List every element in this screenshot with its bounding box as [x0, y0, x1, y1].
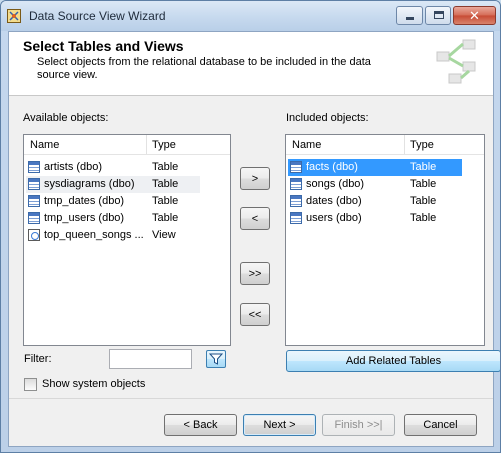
minimize-icon: [406, 17, 414, 20]
table-icon: [290, 178, 302, 190]
list-item[interactable]: sysdiagrams (dbo) Table: [26, 176, 200, 193]
title-bar[interactable]: Data Source View Wizard ✕: [1, 1, 500, 31]
footer-divider: [9, 398, 493, 399]
included-objects-list[interactable]: Name Type facts (dbo) Table songs (dbo) …: [285, 134, 485, 346]
included-col-type[interactable]: Type: [410, 139, 434, 151]
included-objects-label: Included objects:: [286, 112, 369, 124]
available-objects-list[interactable]: Name Type artists (dbo) Table sysdiagram…: [23, 134, 231, 346]
add-related-tables-button[interactable]: Add Related Tables: [286, 350, 500, 372]
list-item[interactable]: tmp_users (dbo) Table: [26, 210, 196, 227]
add-all-button[interactable]: >>: [240, 262, 270, 285]
view-icon: [28, 229, 40, 241]
available-col-name[interactable]: Name: [30, 139, 59, 151]
table-icon: [290, 212, 302, 224]
list-item[interactable]: top_queen_songs ... View: [26, 227, 196, 244]
wizard-graphic-icon: [436, 39, 476, 84]
list-item[interactable]: dates (dbo) Table: [288, 193, 458, 210]
funnel-icon: [209, 353, 223, 365]
list-item[interactable]: artists (dbo) Table: [26, 159, 196, 176]
finish-button[interactable]: Finish >>|: [322, 414, 395, 436]
add-selected-button[interactable]: >: [240, 167, 270, 190]
filter-button[interactable]: [206, 350, 226, 368]
list-item[interactable]: songs (dbo) Table: [288, 176, 458, 193]
table-icon: [28, 178, 40, 190]
wizard-header: Select Tables and Views Select objects f…: [9, 32, 493, 96]
list-item[interactable]: users (dbo) Table: [288, 210, 458, 227]
back-button[interactable]: < Back: [164, 414, 237, 436]
available-list-header: Name Type: [24, 135, 230, 155]
table-icon: [290, 161, 302, 173]
available-col-type[interactable]: Type: [152, 139, 176, 151]
filter-label: Filter:: [24, 353, 52, 365]
available-objects-label: Available objects:: [23, 112, 109, 124]
page-title: Select Tables and Views: [23, 38, 184, 54]
window-title: Data Source View Wizard: [29, 9, 166, 23]
remove-all-button[interactable]: <<: [240, 303, 270, 326]
close-button[interactable]: ✕: [453, 6, 496, 25]
close-icon: ✕: [469, 8, 480, 23]
next-button[interactable]: Next >: [243, 414, 316, 436]
filter-input[interactable]: [109, 349, 192, 369]
cancel-button[interactable]: Cancel: [404, 414, 477, 436]
included-list-header: Name Type: [286, 135, 484, 155]
maximize-icon: [434, 11, 444, 19]
wizard-content: Select Tables and Views Select objects f…: [8, 31, 500, 447]
table-icon: [28, 161, 40, 173]
show-system-objects-label[interactable]: Show system objects: [42, 378, 145, 390]
show-system-objects-checkbox[interactable]: [24, 378, 37, 391]
page-subtitle: Select objects from the relational datab…: [37, 56, 371, 81]
table-icon: [28, 212, 40, 224]
list-item[interactable]: facts (dbo) Table: [288, 159, 462, 176]
wizard-window: Data Source View Wizard ✕ Select Tables …: [0, 0, 501, 453]
minimize-button[interactable]: [396, 6, 423, 25]
wizard-app-icon: [7, 9, 21, 23]
remove-selected-button[interactable]: <: [240, 207, 270, 230]
list-item[interactable]: tmp_dates (dbo) Table: [26, 193, 196, 210]
included-col-name[interactable]: Name: [292, 139, 321, 151]
table-icon: [28, 195, 40, 207]
table-icon: [290, 195, 302, 207]
maximize-button[interactable]: [425, 6, 451, 25]
